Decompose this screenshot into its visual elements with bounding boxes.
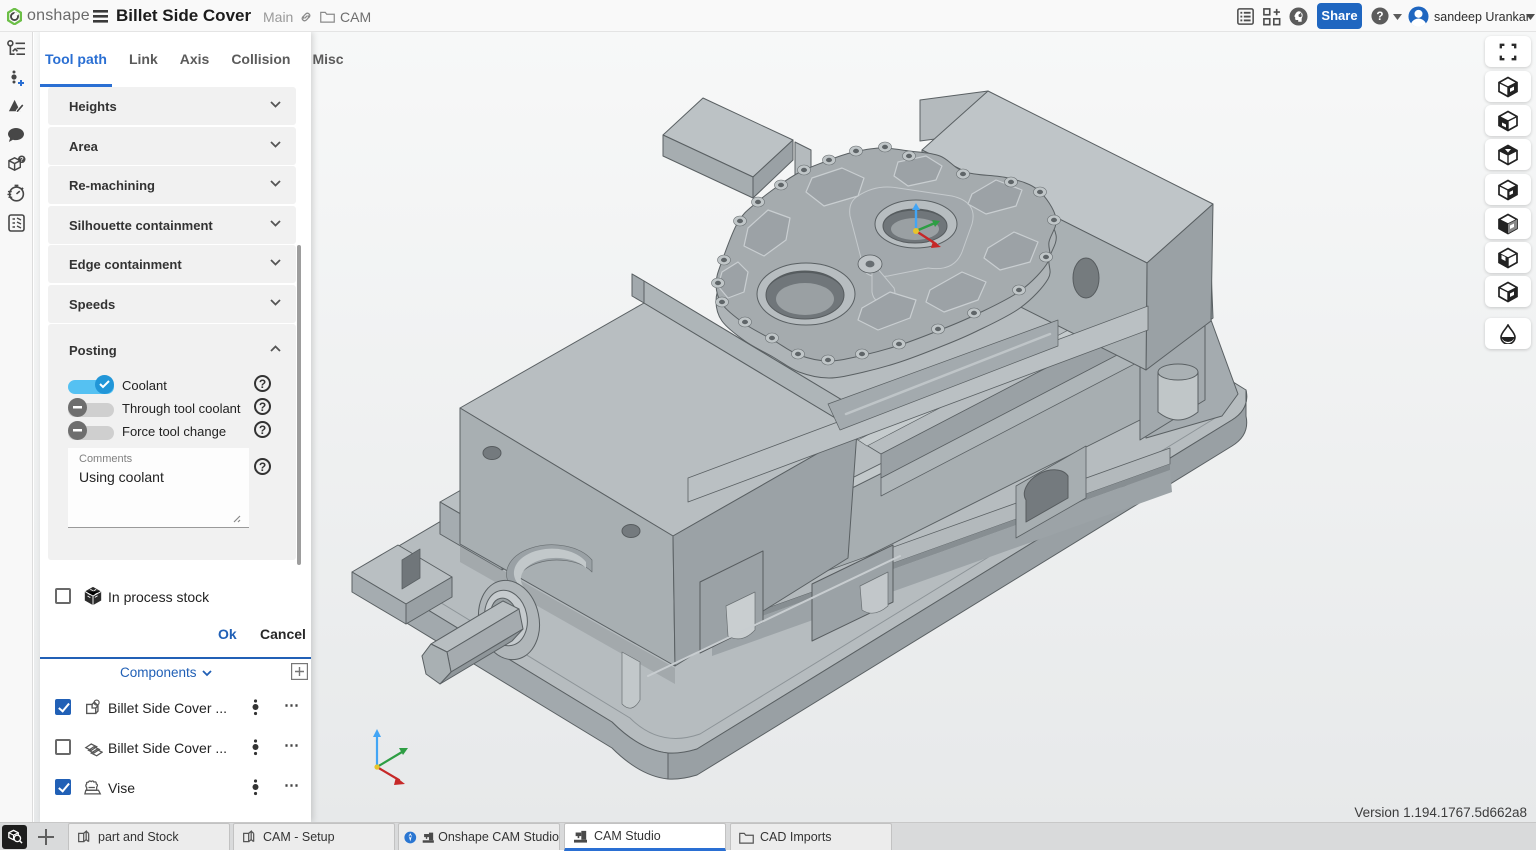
svg-text:?: ?: [20, 157, 24, 164]
svg-text:?: ?: [1376, 10, 1383, 23]
